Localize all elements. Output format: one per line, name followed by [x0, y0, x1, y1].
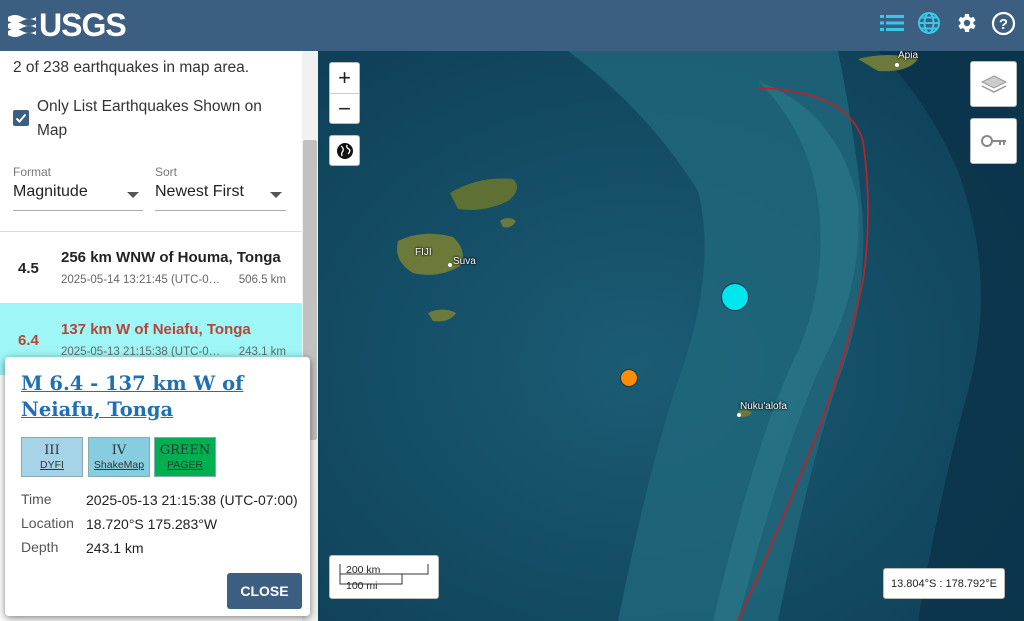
map-label-nukualofa: Nuku'alofa	[740, 401, 787, 412]
badge-level: IV	[111, 443, 127, 458]
globe-icon[interactable]	[916, 10, 942, 36]
earthquake-marker-m4-5[interactable]	[620, 369, 638, 387]
sort-label: Sort	[155, 165, 178, 179]
list-icon[interactable]	[879, 10, 905, 36]
city-dot	[737, 413, 741, 417]
only-list-label[interactable]: Only List Earthquakes Shown on Map	[37, 95, 287, 143]
badge-label: DYFI	[40, 459, 64, 471]
svg-text:?: ?	[998, 16, 1007, 33]
cursor-coordinates: 13.804°S : 178.792°E	[883, 568, 1005, 599]
only-list-checkbox[interactable]	[13, 110, 29, 126]
depth-value: 243.1 km	[86, 540, 144, 556]
badge-label: PAGER	[167, 459, 203, 471]
gear-icon[interactable]	[953, 10, 979, 36]
world-view-button[interactable]	[329, 135, 360, 166]
sort-select[interactable]: Newest First	[155, 183, 286, 211]
eq-depth: 506.5 km	[238, 274, 286, 286]
close-button[interactable]: CLOSE	[227, 573, 302, 609]
badge-level: GREEN	[159, 443, 211, 458]
layers-icon	[980, 75, 1007, 93]
map-scale: 200 km 100 mi	[329, 555, 439, 599]
eq-time: 2025-05-14 13:21:45 (UTC-07:00)	[61, 274, 226, 286]
map-label-suva: Suva	[453, 256, 476, 267]
eq-place: 137 km W of Neiafu, Tonga	[61, 321, 251, 338]
usgs-wave-icon	[8, 11, 36, 39]
chevron-down-icon	[270, 192, 282, 198]
eq-place: 256 km WNW of Houma, Tonga	[61, 249, 281, 266]
legend-button[interactable]	[970, 118, 1017, 164]
zoom-out-button[interactable]: −	[330, 94, 359, 124]
badge-label: ShakeMap	[93, 459, 145, 471]
satellite-map-background	[318, 51, 1024, 621]
dyfi-badge[interactable]: III DYFI	[21, 437, 83, 477]
earthquake-popup: M 6.4 - 137 km W of Neiafu, Tonga III DY…	[5, 357, 310, 616]
eq-magnitude: 6.4	[18, 332, 39, 349]
time-value: 2025-05-13 21:15:38 (UTC-07:00)	[86, 492, 298, 508]
scale-mi: 100 mi	[346, 580, 378, 592]
key-icon	[980, 135, 1006, 147]
sort-value: Newest First	[155, 183, 244, 200]
zoom-control: + −	[329, 62, 360, 124]
zoom-in-button[interactable]: +	[330, 63, 359, 93]
eq-magnitude: 4.5	[18, 260, 39, 277]
format-select[interactable]: Magnitude	[13, 183, 143, 211]
city-dot	[895, 63, 899, 67]
scale-km: 200 km	[346, 564, 381, 576]
usgs-logo[interactable]: USGS	[8, 7, 127, 43]
layers-button[interactable]	[970, 61, 1017, 107]
badge-level: III	[44, 443, 60, 458]
time-label: Time	[21, 491, 52, 507]
format-label: Format	[13, 165, 52, 179]
earthquake-count: 2 of 238 earthquakes in map area.	[13, 59, 250, 76]
globe-icon	[336, 142, 353, 159]
city-dot	[448, 263, 452, 267]
shakemap-badge[interactable]: IV ShakeMap	[88, 437, 150, 477]
location-value: 18.720°S 175.283°W	[86, 516, 218, 532]
map-label-apia: Apia	[898, 51, 919, 61]
map-view[interactable]: FIJI Suva Apia Nuku'alofa + − 200 km 100…	[318, 51, 1024, 621]
app-header: USGS ?	[0, 0, 1024, 51]
earthquake-list-item[interactable]: 4.5 256 km WNW of Houma, Tonga 2025-05-1…	[0, 231, 302, 303]
map-label-fiji: FIJI	[415, 247, 432, 258]
depth-label: Depth	[21, 539, 59, 555]
format-value: Magnitude	[13, 183, 88, 200]
pager-badge[interactable]: GREEN PAGER	[154, 437, 216, 477]
help-icon[interactable]: ?	[990, 10, 1016, 36]
location-label: Location	[21, 515, 74, 531]
logo-text: USGS	[39, 7, 127, 43]
chevron-down-icon	[127, 192, 139, 198]
popup-title-link[interactable]: M 6.4 - 137 km W of Neiafu, Tonga	[21, 371, 296, 423]
earthquake-marker-m6-4[interactable]	[721, 283, 749, 311]
